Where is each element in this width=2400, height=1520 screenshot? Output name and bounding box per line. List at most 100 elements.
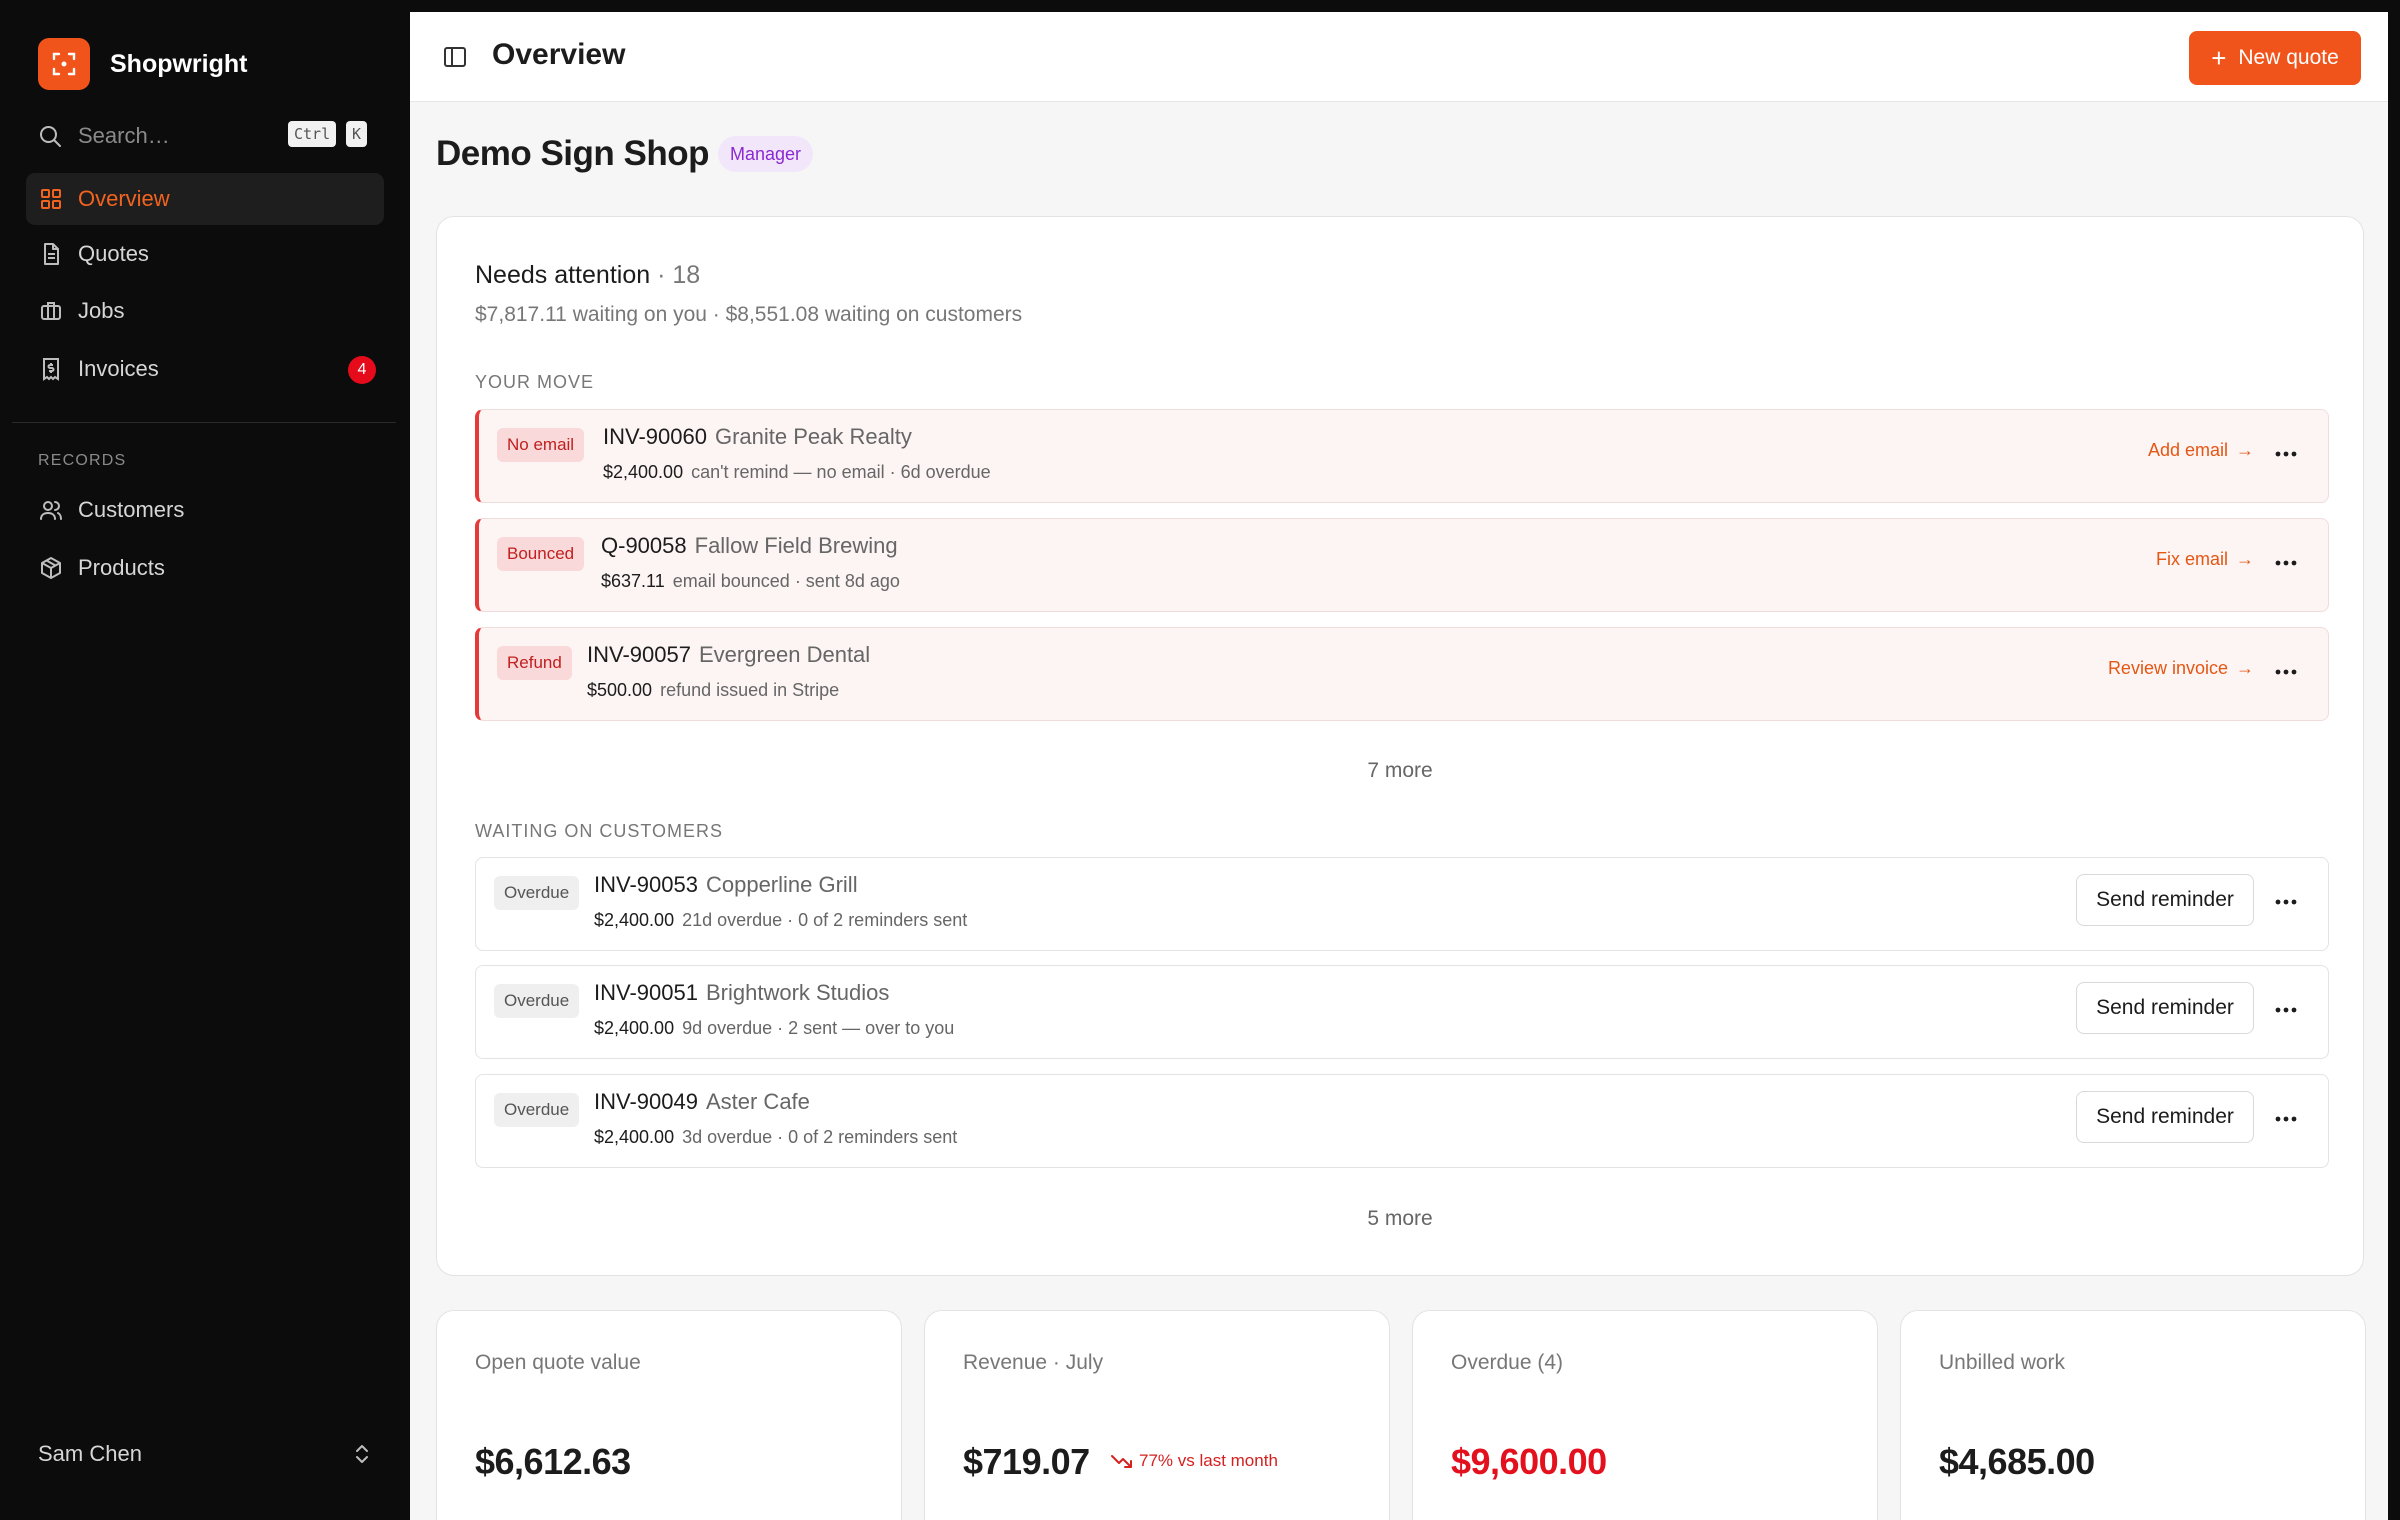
sidebar-item-products[interactable]: Products bbox=[26, 542, 384, 594]
new-quote-label: New quote bbox=[2238, 46, 2339, 69]
stat-card-unbilled-work[interactable]: Unbilled work $4,685.00 bbox=[1900, 1310, 2366, 1520]
document-id[interactable]: INV-90060 bbox=[603, 424, 707, 449]
sidebar-item-customers[interactable]: Customers bbox=[26, 484, 384, 536]
brand-logo-icon bbox=[38, 38, 90, 90]
document-id[interactable]: INV-90049 bbox=[594, 1089, 698, 1114]
status-badge: No email bbox=[497, 428, 585, 462]
sidebar-toggle-icon[interactable] bbox=[440, 42, 470, 72]
list-item[interactable]: No email INV-90060 Granite Peak Realty $2… bbox=[475, 409, 2329, 503]
status-badge: Refund bbox=[497, 646, 572, 680]
your-move-label: YOUR MOVE bbox=[475, 372, 595, 392]
stat-value: $6,612.63 bbox=[475, 1441, 631, 1482]
list-item[interactable]: Overdue INV-90051 Brightwork Studios $2,4… bbox=[475, 965, 2329, 1059]
role-badge: Manager bbox=[718, 136, 814, 172]
search-placeholder: Search… bbox=[78, 123, 170, 148]
send-reminder-button[interactable]: Send reminder bbox=[2076, 874, 2254, 926]
grid-icon bbox=[38, 186, 64, 212]
sidebar-item-jobs[interactable]: Jobs bbox=[26, 285, 384, 337]
detail-text: 21d overdue · 0 of 2 reminders sent bbox=[682, 910, 968, 930]
sidebar-item-quotes[interactable]: Quotes bbox=[26, 228, 384, 280]
sidebar-item-invoices[interactable]: Invoices 4 bbox=[26, 343, 384, 395]
row-title: INV-90057 Evergreen Dental bbox=[587, 642, 870, 668]
row-detail: $2,400.00 can't remind — no email · 6d ov… bbox=[603, 462, 991, 483]
needs-attention-summary: $7,817.11 waiting on you · $8,551.08 wai… bbox=[475, 303, 1023, 326]
page-heading: Overview bbox=[492, 38, 626, 71]
stat-card-open-quote-value[interactable]: Open quote value $6,612.63 bbox=[436, 1310, 902, 1520]
row-detail: $637.11 email bounced · sent 8d ago bbox=[601, 571, 900, 592]
stat-value: $4,685.00 bbox=[1939, 1441, 2095, 1482]
status-badge: Overdue bbox=[494, 984, 580, 1018]
review-invoice-link[interactable]: Review invoice → bbox=[2108, 658, 2254, 679]
list-item[interactable]: Bounced Q-90058 Fallow Field Brewing $637… bbox=[475, 518, 2329, 612]
send-reminder-button[interactable]: Send reminder bbox=[2076, 982, 2254, 1034]
fix-email-link[interactable]: Fix email → bbox=[2156, 549, 2254, 570]
list-item[interactable]: Overdue INV-90049 Aster Cafe $2,400.00 3d … bbox=[475, 1074, 2329, 1168]
sidebar-item-label: Customers bbox=[78, 497, 185, 522]
user-menu[interactable]: Sam Chen bbox=[38, 1436, 372, 1472]
action-label: Review invoice bbox=[2107, 658, 2228, 678]
document-id[interactable]: INV-90051 bbox=[594, 980, 698, 1005]
row-title: INV-90049 Aster Cafe bbox=[594, 1089, 810, 1115]
row-title: Q-90058 Fallow Field Brewing bbox=[601, 533, 898, 559]
sidebar-item-overview[interactable]: Overview bbox=[26, 173, 384, 225]
more-options-icon[interactable] bbox=[2270, 882, 2302, 922]
receipt-icon bbox=[38, 356, 64, 382]
customer-name: Aster Cafe bbox=[705, 1089, 810, 1114]
list-item[interactable]: Refund INV-90057 Evergreen Dental $500.00… bbox=[475, 627, 2329, 721]
arrow-right-icon: → bbox=[2236, 440, 2254, 460]
row-title: INV-90053 Copperline Grill bbox=[594, 872, 858, 898]
your-move-more-link[interactable]: 7 more bbox=[437, 759, 2363, 783]
more-options-icon[interactable] bbox=[2270, 434, 2302, 474]
stat-label: Open quote value bbox=[475, 1351, 641, 1374]
new-quote-button[interactable]: + New quote bbox=[2189, 31, 2361, 85]
amount: $637.11 bbox=[601, 571, 665, 591]
list-item[interactable]: Overdue INV-90053 Copperline Grill $2,400… bbox=[475, 857, 2329, 951]
row-detail: $2,400.00 9d overdue · 2 sent — over to y… bbox=[594, 1018, 954, 1039]
records-section-label: RECORDS bbox=[38, 452, 127, 469]
action-label: Add email bbox=[2147, 440, 2228, 460]
row-detail: $2,400.00 3d overdue · 0 of 2 reminders s… bbox=[594, 1127, 957, 1148]
plus-icon: + bbox=[2211, 43, 2227, 73]
row-detail: $2,400.00 21d overdue · 0 of 2 reminders … bbox=[594, 910, 967, 931]
invoices-count-badge: 4 bbox=[348, 356, 376, 384]
row-title: INV-90051 Brightwork Studios bbox=[594, 980, 889, 1006]
arrow-right-icon: → bbox=[2236, 658, 2254, 678]
brand[interactable]: Shopwright bbox=[38, 38, 247, 90]
stat-label: Revenue · July bbox=[963, 1351, 1104, 1374]
shortcut-ctrl-key: Ctrl bbox=[288, 121, 337, 147]
needs-attention-label: Needs attention bbox=[475, 261, 651, 289]
more-options-icon[interactable] bbox=[2270, 652, 2302, 692]
detail-text: 9d overdue · 2 sent — over to you bbox=[682, 1018, 955, 1038]
stat-card-revenue[interactable]: Revenue · July $719.07 77% vs last month bbox=[924, 1310, 1390, 1520]
send-reminder-button[interactable]: Send reminder bbox=[2076, 1091, 2254, 1143]
search-bar[interactable]: Search… Ctrl K bbox=[38, 116, 372, 156]
stat-value: $9,600.00 bbox=[1451, 1441, 1607, 1482]
customer-name: Copperline Grill bbox=[705, 872, 858, 897]
stat-card-overdue[interactable]: Overdue (4) $9,600.00 bbox=[1412, 1310, 1878, 1520]
more-options-icon[interactable] bbox=[2270, 990, 2302, 1030]
more-options-icon[interactable] bbox=[2270, 1099, 2302, 1139]
detail-text: 3d overdue · 0 of 2 reminders sent bbox=[682, 1127, 958, 1147]
detail-text: can't remind — no email · 6d overdue bbox=[691, 462, 991, 482]
row-title: INV-90060 Granite Peak Realty bbox=[603, 424, 912, 450]
user-name: Sam Chen bbox=[38, 1441, 142, 1466]
shortcut-k-key: K bbox=[346, 121, 368, 147]
waiting-more-link[interactable]: 5 more bbox=[437, 1207, 2363, 1231]
more-options-icon[interactable] bbox=[2270, 543, 2302, 583]
needs-attention-title: Needs attention · 18 bbox=[475, 261, 700, 290]
document-icon bbox=[38, 241, 64, 267]
main-content: Overview + New quote Demo Sign Shop Mana… bbox=[410, 12, 2388, 1520]
waiting-on-customers-label: WAITING ON CUSTOMERS bbox=[475, 821, 724, 841]
add-email-link[interactable]: Add email → bbox=[2148, 440, 2254, 461]
sidebar-item-label: Overview bbox=[78, 186, 170, 211]
document-id[interactable]: Q-90058 bbox=[601, 533, 687, 558]
customer-name: Fallow Field Brewing bbox=[694, 533, 898, 558]
sidebar-item-label: Products bbox=[78, 555, 165, 580]
document-id[interactable]: INV-90057 bbox=[587, 642, 691, 667]
detail-text: email bounced · sent 8d ago bbox=[672, 571, 900, 591]
sidebar-item-label: Invoices bbox=[78, 356, 159, 381]
sidebar: Shopwright Search… Ctrl K Overview Quote… bbox=[0, 0, 410, 1520]
document-id[interactable]: INV-90053 bbox=[594, 872, 698, 897]
amount: $2,400.00 bbox=[594, 1018, 675, 1038]
amount: $500.00 bbox=[587, 680, 653, 700]
